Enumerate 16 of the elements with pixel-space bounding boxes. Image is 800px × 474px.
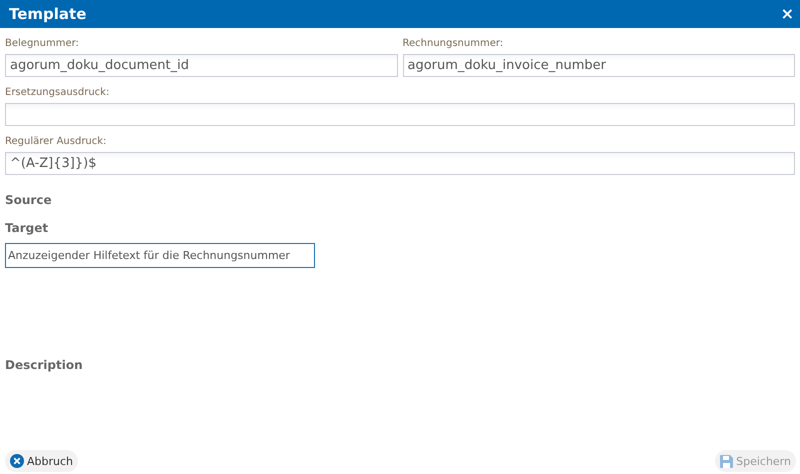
text-field[interactable]: Anzuzeigender Hilfetext für die Rechnungsnummer — [5, 243, 315, 268]
text-field[interactable]: ^(A-Z]{3]})$ — [5, 152, 795, 175]
field-label: Ersetzungsausdruck: — [5, 87, 110, 100]
section-heading: Source — [5, 193, 52, 207]
section-heading: Description — [5, 358, 83, 372]
field-label: Rechnungsnummer: — [402, 38, 504, 51]
close-circle-icon — [10, 454, 24, 468]
close-button[interactable]: × — [780, 6, 794, 22]
field-label: Belegnummer: — [5, 38, 80, 51]
cancel-button[interactable]: Abbruch — [5, 450, 78, 472]
text-field[interactable]: agorum_doku_invoice_number — [402, 54, 795, 77]
section-heading: Target — [5, 221, 48, 235]
text-field[interactable] — [5, 103, 795, 126]
window-title: Template — [9, 5, 86, 23]
text-field[interactable]: agorum_doku_document_id — [5, 54, 398, 77]
field-label: Regulärer Ausdruck: — [5, 136, 108, 149]
